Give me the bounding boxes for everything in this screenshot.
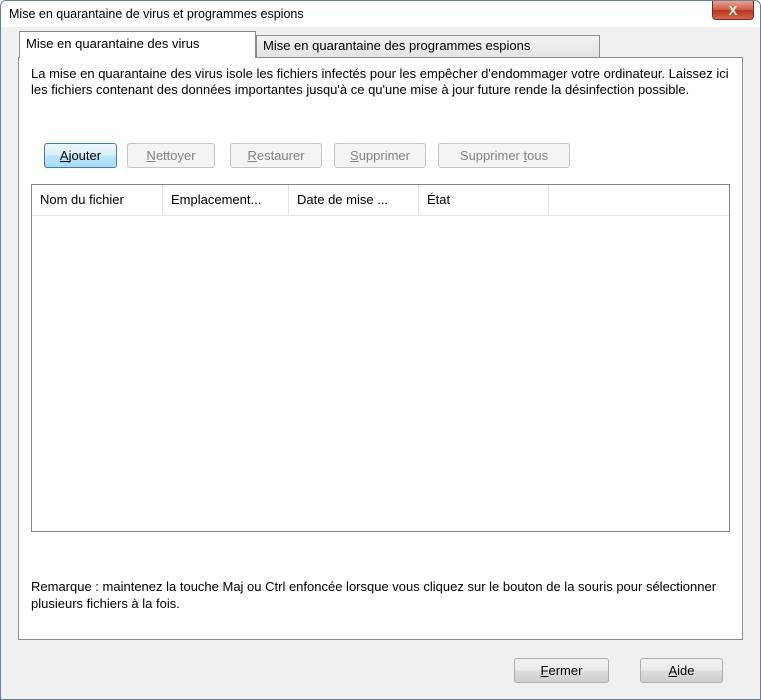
delete-all-button[interactable]: Supprimer t ous xyxy=(438,143,570,168)
list-header: Nom du fichier Emplacement... Date de mi… xyxy=(32,185,729,216)
add-button[interactable]: Ajouter xyxy=(44,143,117,168)
close-button[interactable]: Fermer xyxy=(514,658,609,683)
column-header-date[interactable]: Date de mise ... xyxy=(289,185,419,215)
restore-button[interactable]: Restaurer xyxy=(230,143,322,168)
column-header-location[interactable]: Emplacement... xyxy=(163,185,289,215)
tab-label: Mise en quarantaine des virus xyxy=(26,36,200,51)
virus-quarantine-panel: La mise en quarantaine des virus isole l… xyxy=(18,57,743,640)
quarantine-dialog: Mise en quarantaine de virus et programm… xyxy=(0,0,761,700)
title-bar[interactable]: Mise en quarantaine de virus et programm… xyxy=(1,1,760,27)
quarantine-file-list[interactable]: Nom du fichier Emplacement... Date de mi… xyxy=(31,184,730,532)
dialog-body: Mise en quarantaine des virus Mise en qu… xyxy=(8,28,753,692)
delete-button[interactable]: Supprimer xyxy=(334,143,426,168)
tab-spyware-quarantine[interactable]: Mise en quarantaine des programmes espio… xyxy=(256,35,600,57)
close-icon: X xyxy=(728,2,738,18)
close-window-button[interactable]: X xyxy=(712,1,754,20)
tab-virus-quarantine[interactable]: Mise en quarantaine des virus xyxy=(19,31,256,58)
tab-label: Mise en quarantaine des programmes espio… xyxy=(263,38,531,53)
column-header-status[interactable]: État xyxy=(419,185,549,215)
selection-note: Remarque : maintenez la touche Maj ou Ct… xyxy=(31,579,717,611)
description-text: La mise en quarantaine des virus isole l… xyxy=(31,66,729,97)
column-header-filename[interactable]: Nom du fichier xyxy=(32,185,163,215)
clean-button[interactable]: Nettoyer xyxy=(127,143,215,168)
help-button[interactable]: Aide xyxy=(640,658,723,683)
window-title: Mise en quarantaine de virus et programm… xyxy=(9,7,304,21)
